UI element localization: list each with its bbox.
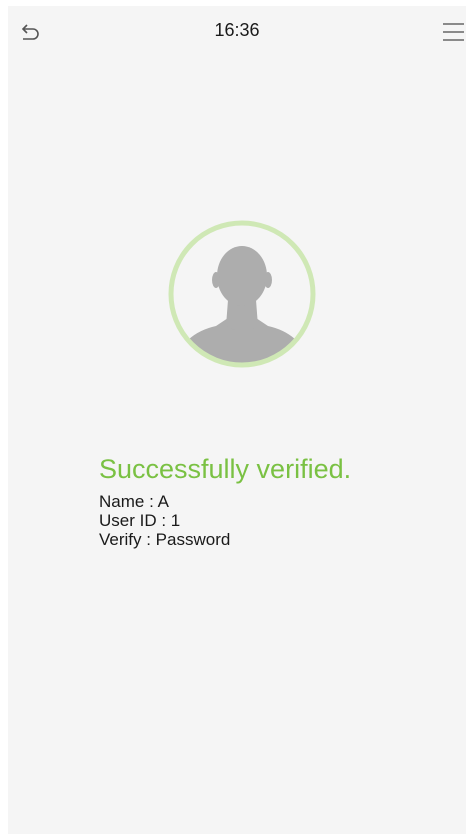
top-bar: 16:36 [8, 6, 466, 56]
hamburger-menu-icon [443, 23, 464, 41]
clock-time: 16:36 [214, 20, 260, 40]
status-message: Successfully verified. [99, 454, 352, 484]
user-avatar [166, 218, 318, 370]
user-silhouette-icon [168, 220, 316, 368]
menu-button[interactable] [440, 20, 466, 44]
verify-method: Verify : Password [99, 530, 231, 549]
user-name: Name : A [99, 492, 169, 511]
verification-screen: 16:36 Successfully verified. Name: A Us… [8, 6, 466, 834]
user-id: User ID : 1 [99, 511, 181, 530]
verification-result: Successfully verified. Name : A User ID … [99, 452, 459, 549]
